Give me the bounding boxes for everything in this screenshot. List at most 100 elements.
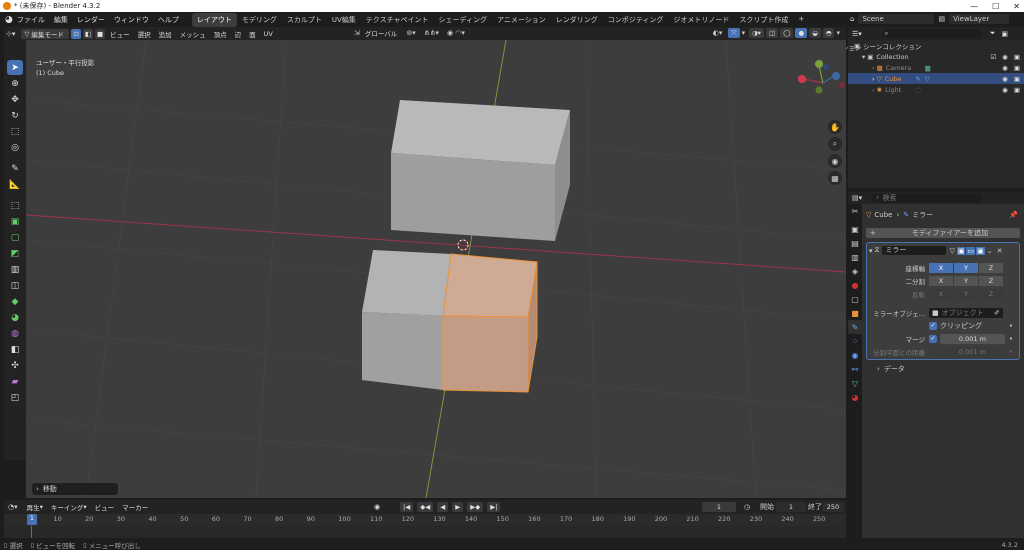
modifier-name-field[interactable]: ミラー: [882, 246, 947, 255]
spin-tool-icon[interactable]: ◕: [7, 310, 23, 325]
edge-select-button[interactable]: ◧: [82, 28, 93, 39]
outliner-light[interactable]: › ✺ Light ◌ ◉ ▣: [848, 84, 1024, 95]
filter-icon[interactable]: ⏷: [990, 29, 996, 38]
expand-icon[interactable]: ▾: [862, 53, 865, 61]
eyedropper-icon[interactable]: ✐: [994, 309, 1000, 317]
render-tab-icon[interactable]: ▣: [848, 222, 862, 236]
flip-z-toggle[interactable]: Z: [979, 288, 1003, 299]
orientation-selector[interactable]: グローバル: [362, 28, 400, 38]
menu-file[interactable]: ファイル: [17, 15, 45, 25]
eye-icon[interactable]: ◉: [1002, 53, 1008, 61]
editor-type-icon[interactable]: ⊹▾: [6, 30, 15, 38]
scale-tool-icon[interactable]: ⬚: [7, 124, 23, 139]
keyframe-dot-icon[interactable]: •: [1009, 335, 1013, 343]
menu-mesh[interactable]: メッシュ: [177, 29, 209, 39]
timeline-ruler[interactable]: 1 10 20 30 40 50 60 70 80 90 100 110 120 130 140 150 16…: [4, 514, 846, 526]
camera-icon[interactable]: ▣: [1014, 64, 1020, 72]
expand-icon[interactable]: ›: [872, 64, 875, 72]
3d-viewport[interactable]: [26, 40, 846, 498]
merge-checkbox[interactable]: ✓: [929, 334, 937, 343]
clock-icon[interactable]: ◷: [744, 503, 750, 511]
eye-icon[interactable]: ◉: [1002, 86, 1008, 94]
start-frame-field[interactable]: 1: [776, 502, 806, 512]
flip-y-toggle[interactable]: Y: [954, 288, 978, 299]
add-workspace-button[interactable]: +: [793, 13, 809, 27]
mode-selector[interactable]: ▽ 編集モード: [21, 28, 70, 39]
move-tool-icon[interactable]: ✥: [7, 92, 23, 107]
menu-face[interactable]: 面: [246, 29, 259, 39]
zoom-icon[interactable]: ⌕: [828, 137, 842, 151]
add-modifier-button[interactable]: + モディファイアーを追加: [866, 228, 1020, 238]
menu-window[interactable]: ウィンドウ: [114, 15, 149, 25]
particles-tab-icon[interactable]: ⁘: [848, 334, 862, 348]
render-icon[interactable]: ▣: [976, 246, 985, 255]
tool-tab-icon[interactable]: ✂: [848, 204, 862, 218]
menu-edge[interactable]: 辺: [232, 29, 245, 39]
shrink-fatten-tool-icon[interactable]: ✣: [7, 358, 23, 373]
outliner-scene-collection[interactable]: ▣ シーンコレクション: [848, 40, 1024, 51]
cube-mirror-half[interactable]: [362, 250, 451, 390]
blender-menu-icon[interactable]: ◕: [5, 15, 13, 25]
current-frame-field[interactable]: 1: [702, 502, 736, 512]
constraints-tab-icon[interactable]: ⚯: [848, 362, 862, 376]
outliner-cube[interactable]: › ▽ Cube ✎ ▽ ◉ ▣: [848, 73, 1024, 84]
merge-distance-field[interactable]: 0.001 m: [940, 333, 1005, 344]
shading-wireframe-button[interactable]: ◯: [780, 28, 794, 38]
bisect-y-toggle[interactable]: Y: [954, 275, 978, 286]
timeline-editor-icon[interactable]: ◔▾: [8, 503, 18, 511]
clipping-checkbox[interactable]: ✓: [929, 321, 937, 330]
tab-sculpt[interactable]: スカルプト: [282, 13, 327, 27]
new-collection-icon[interactable]: ▣: [1001, 30, 1008, 38]
camera-icon[interactable]: ▣: [1014, 75, 1020, 83]
keyframe-dot-icon[interactable]: •: [1009, 348, 1013, 356]
axis-x-toggle[interactable]: X: [929, 262, 953, 273]
pivot-icon[interactable]: ⊚▾: [406, 29, 415, 37]
collection-tab-icon[interactable]: ▢: [848, 292, 862, 306]
transform-tool-icon[interactable]: ◎: [7, 140, 23, 155]
visibility-icon[interactable]: ◐▾: [713, 29, 723, 37]
vertex-select-button[interactable]: ⊡: [71, 28, 81, 39]
camera-icon[interactable]: ▣: [1014, 53, 1020, 61]
grid-toggle-icon[interactable]: ▦: [828, 171, 842, 185]
cursor-tool-icon[interactable]: ⊕: [7, 76, 23, 91]
tab-scripting[interactable]: スクリプト作成: [734, 13, 793, 27]
cage-icon[interactable]: ▣: [956, 246, 966, 255]
properties-search-input[interactable]: ⌕ 検索: [872, 193, 983, 203]
knife-tool-icon[interactable]: ◫: [7, 278, 23, 293]
maximize-button[interactable]: ☐: [992, 2, 999, 11]
physics-tab-icon[interactable]: ◉: [848, 348, 862, 362]
tab-shading[interactable]: シェーディング: [434, 13, 493, 27]
smooth-tool-icon[interactable]: ◍: [7, 326, 23, 341]
poly-build-tool-icon[interactable]: ◆: [7, 294, 23, 309]
shading-solid-button[interactable]: ●: [795, 28, 808, 38]
menu-render[interactable]: レンダー: [77, 15, 105, 25]
measure-tool-icon[interactable]: 📐: [7, 177, 23, 192]
realtime-icon[interactable]: ▭: [966, 246, 976, 255]
menu-uv[interactable]: UV: [261, 29, 276, 39]
inset-tool-icon[interactable]: ▢: [7, 230, 23, 245]
jump-end-icon[interactable]: ▶|: [487, 502, 501, 512]
hand-pan-icon[interactable]: ✋: [828, 120, 842, 134]
menu-timeline-view[interactable]: ビュー: [92, 502, 118, 512]
menu-keying[interactable]: キーイング ▾: [48, 502, 90, 512]
mirror-object-field[interactable]: ■ オブジェクト ✐: [929, 307, 1003, 318]
record-button[interactable]: ◉: [374, 503, 380, 511]
view-layer-tab-icon[interactable]: ▥: [848, 250, 862, 264]
edge-slide-tool-icon[interactable]: ◧: [7, 342, 23, 357]
expand-icon[interactable]: ›: [872, 86, 875, 94]
menu-help[interactable]: ヘルプ: [158, 15, 179, 25]
camera-icon[interactable]: ▣: [1014, 86, 1020, 94]
menu-vertex[interactable]: 頂点: [211, 29, 230, 39]
shading-rendered-button[interactable]: ◓: [822, 28, 835, 38]
data-subpanel[interactable]: › データ: [869, 363, 1017, 374]
prev-keyframe-icon[interactable]: ◆◀: [417, 502, 434, 512]
x-axis-gizmo-icon[interactable]: [798, 75, 806, 83]
pin-icon[interactable]: 📌: [1009, 211, 1018, 219]
expand-icon[interactable]: ›: [872, 75, 875, 83]
overlay-toggle[interactable]: ◑▾: [749, 28, 765, 38]
camera-view-icon[interactable]: ◉: [828, 154, 842, 168]
tab-geometry-nodes[interactable]: ジオメトリノード: [668, 13, 734, 27]
close-button[interactable]: ✕: [1013, 2, 1020, 11]
neg-x-gizmo-icon[interactable]: [839, 82, 845, 88]
cube-selected-half[interactable]: [442, 253, 538, 393]
